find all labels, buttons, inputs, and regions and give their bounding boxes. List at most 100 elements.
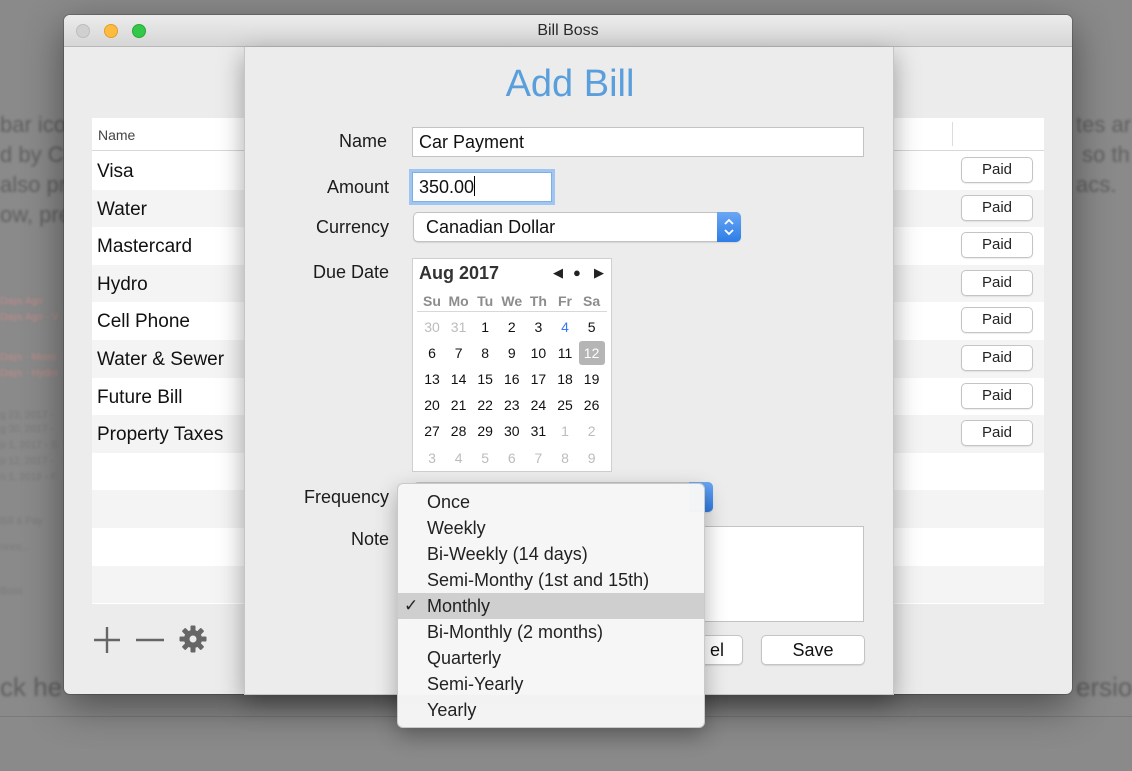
calendar-day[interactable]: 4	[552, 315, 578, 339]
calendar-day[interactable]: 4	[446, 446, 472, 470]
paid-button[interactable]: Paid	[961, 232, 1033, 259]
currency-value: Canadian Dollar	[426, 217, 556, 237]
calendar-day[interactable]: 7	[525, 446, 551, 470]
calendar-day[interactable]: 2	[579, 419, 605, 443]
calendar-next-icon[interactable]: ▶	[594, 265, 604, 281]
calendar-day[interactable]: 18	[552, 367, 578, 391]
calendar-day[interactable]: 9	[499, 341, 525, 365]
calendar-today-icon[interactable]: ●	[573, 265, 581, 280]
calendar-day[interactable]: 10	[525, 341, 551, 365]
weekday-label: Th	[529, 293, 547, 309]
frequency-option[interactable]: Yearly	[398, 697, 704, 723]
calendar-day[interactable]: 15	[472, 367, 498, 391]
frequency-option-label: Bi-Monthly (2 months)	[427, 622, 604, 642]
calendar-day[interactable]: 13	[419, 367, 445, 391]
calendar-day[interactable]: 5	[579, 315, 605, 339]
amount-value: 350.00	[419, 177, 475, 197]
column-divider	[952, 122, 953, 146]
title-bar[interactable]: Bill Boss	[64, 15, 1072, 47]
bg-small-fragment: nces...	[0, 542, 30, 553]
calendar-day[interactable]: 6	[499, 446, 525, 470]
paid-button[interactable]: Paid	[961, 345, 1033, 371]
weekday-label: Mo	[448, 293, 469, 309]
calendar-day[interactable]: 24	[525, 393, 551, 417]
calendar-day[interactable]: 8	[472, 341, 498, 365]
paid-button[interactable]: Paid	[961, 157, 1033, 183]
calendar-day[interactable]: 16	[499, 367, 525, 391]
calendar-day[interactable]: 1	[552, 419, 578, 443]
text-caret	[474, 176, 476, 196]
frequency-option-label: Monthly	[427, 596, 491, 616]
bg-fragment: acs.	[1076, 172, 1117, 197]
calendar-day[interactable]: 28	[446, 419, 472, 443]
bg-fragment: bar ico	[0, 112, 67, 137]
paid-button[interactable]: Paid	[961, 420, 1033, 447]
note-label: Note	[350, 529, 389, 549]
calendar-day[interactable]: 3	[525, 315, 551, 339]
bg-small-fragment: Days - Hydro	[0, 368, 59, 379]
calendar-day[interactable]: 6	[419, 341, 445, 365]
weekday-label: Tu	[477, 293, 494, 309]
calendar-day[interactable]: 26	[579, 393, 605, 417]
calendar-day[interactable]: 2	[499, 315, 525, 339]
calendar-day[interactable]: 20	[419, 393, 445, 417]
gear-icon[interactable]	[178, 624, 208, 659]
paid-button[interactable]: Paid	[961, 382, 1033, 409]
frequency-option[interactable]: Weekly	[398, 515, 704, 541]
calendar-day[interactable]: 29	[472, 419, 498, 443]
calendar-prev-icon[interactable]: ◀	[553, 265, 563, 281]
paid-button[interactable]: Paid	[961, 269, 1033, 296]
frequency-label: Frequency	[303, 487, 389, 507]
bill-name: Water & Sewer	[97, 349, 225, 370]
calendar-day[interactable]: 22	[472, 393, 498, 417]
frequency-option[interactable]: Quarterly	[398, 645, 704, 671]
calendar-day[interactable]: 1	[472, 315, 498, 339]
calendar-day[interactable]: 30	[499, 419, 525, 443]
frequency-option[interactable]: Bi-Weekly (14 days)	[398, 541, 704, 567]
calendar-day[interactable]: 14	[446, 367, 472, 391]
calendar-day[interactable]: 7	[446, 341, 472, 365]
bg-small-fragment: p 1, 2017 - S	[0, 440, 58, 451]
calendar-day[interactable]: 17	[525, 367, 551, 391]
bg-fragment: tes ar	[1076, 112, 1132, 137]
bg-small-fragment: Days Ago	[0, 296, 43, 307]
column-header-name[interactable]: Name	[98, 127, 135, 143]
bill-name: Water	[97, 198, 147, 220]
calendar-month: Aug 2017	[419, 263, 500, 283]
due-date-label: Due Date	[312, 262, 389, 282]
name-field[interactable]: Car Payment	[412, 127, 864, 157]
amount-label: Amount	[326, 177, 389, 197]
bg-fragment: also pr	[0, 172, 67, 197]
frequency-menu: Once Weekly Bi-Weekly (14 days) Semi-Monthy…	[397, 483, 705, 728]
currency-popup[interactable]: Canadian Dollar	[413, 212, 741, 242]
plus-icon[interactable]	[92, 625, 122, 660]
frequency-option[interactable]: Once	[398, 489, 704, 515]
bg-small-fragment: Bill & Pay	[0, 516, 43, 527]
frequency-option[interactable]: ✓ Monthly	[398, 593, 704, 619]
calendar-day[interactable]: 27	[419, 419, 445, 443]
calendar-day[interactable]: 9	[579, 446, 605, 470]
frequency-option[interactable]: Bi-Monthly (2 months)	[398, 619, 704, 645]
calendar-day[interactable]: 5	[472, 446, 498, 470]
calendar-day[interactable]: 30	[419, 315, 445, 339]
calendar-day[interactable]: 12	[578, 341, 605, 366]
minus-icon[interactable]	[134, 625, 166, 660]
paid-button[interactable]: Paid	[961, 307, 1033, 334]
amount-field[interactable]: 350.00	[412, 172, 552, 202]
calendar-day[interactable]: 31	[446, 315, 472, 339]
calendar-day[interactable]: 23	[499, 393, 525, 417]
frequency-option[interactable]: Semi-Yearly	[398, 671, 704, 697]
calendar-day[interactable]: 8	[552, 446, 578, 470]
calendar-day[interactable]: 25	[552, 393, 578, 417]
save-button[interactable]: Save	[761, 635, 865, 665]
name-label: Name	[338, 131, 387, 151]
calendar-day[interactable]: 3	[419, 446, 445, 470]
checkmark-icon: ✓	[404, 596, 419, 615]
bg-fragment: so th	[1082, 142, 1130, 167]
frequency-option[interactable]: Semi-Monthy (1st and 15th)	[398, 567, 704, 593]
calendar-day[interactable]: 19	[579, 367, 605, 391]
calendar-day[interactable]: 31	[525, 419, 551, 443]
calendar-day[interactable]: 21	[446, 393, 472, 417]
paid-button[interactable]: Paid	[961, 194, 1033, 221]
calendar-day[interactable]: 11	[552, 341, 578, 365]
